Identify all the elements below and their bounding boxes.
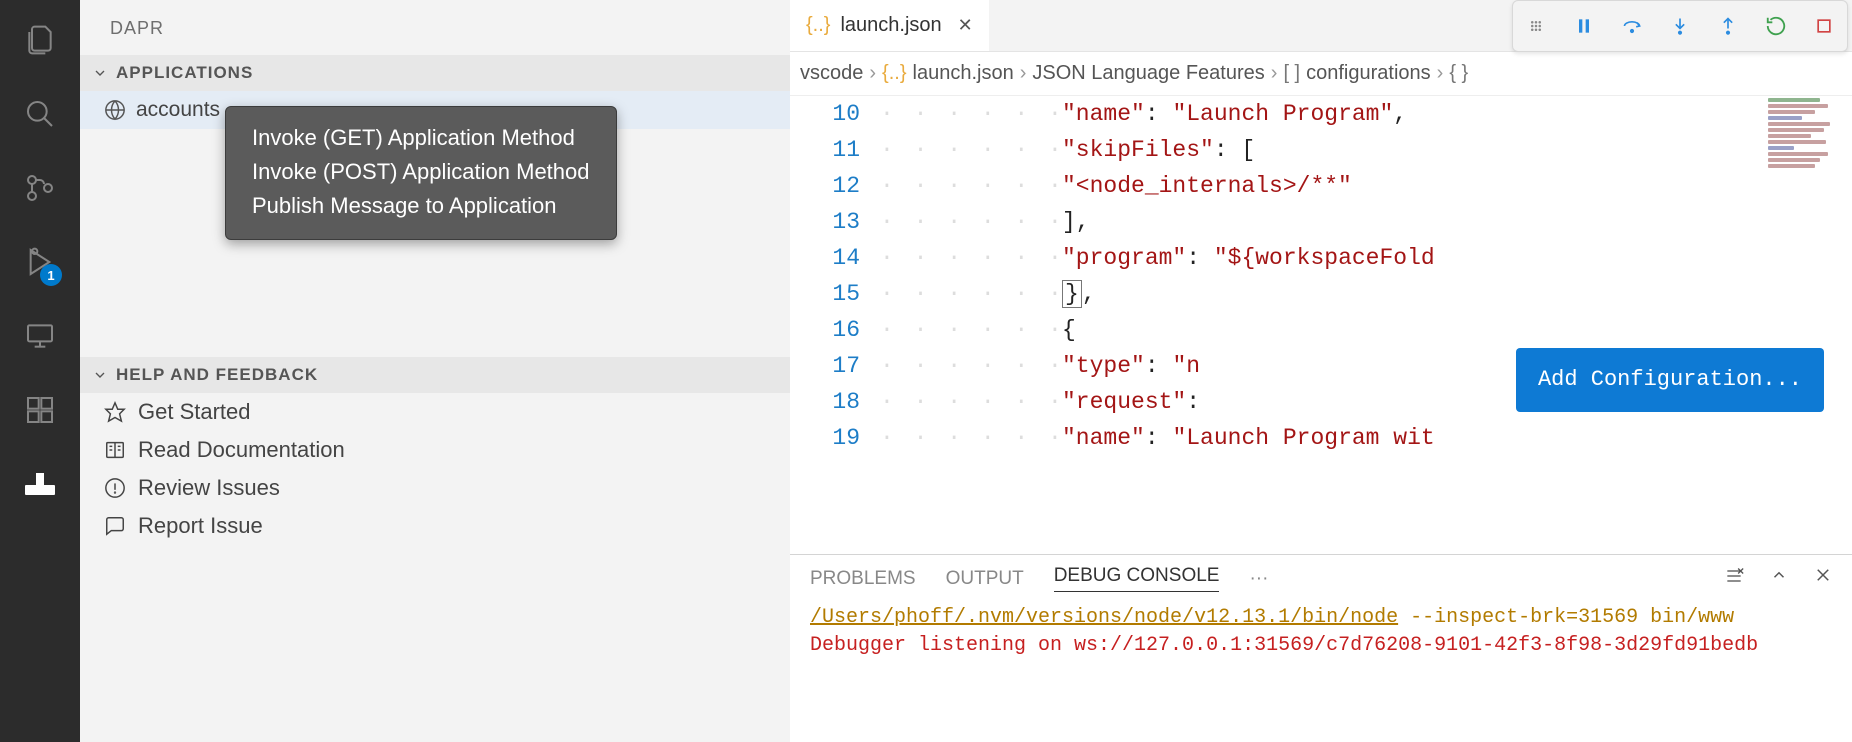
breadcrumb-array[interactable]: configurations — [1306, 62, 1431, 85]
debug-step-out-button[interactable] — [1713, 11, 1743, 41]
object-icon[interactable]: { } — [1449, 62, 1468, 85]
chevron-right-icon: › — [1020, 62, 1027, 85]
debug-drag-handle[interactable] — [1521, 11, 1551, 41]
chevron-right-icon: › — [1437, 62, 1444, 85]
line-number: 13 — [790, 204, 880, 240]
activity-remote[interactable] — [12, 308, 68, 364]
panel-tab-output[interactable]: OUTPUT — [946, 568, 1024, 590]
breadcrumbs[interactable]: vscode › {..} launch.json › JSON Languag… — [790, 52, 1852, 96]
applications-section-header[interactable]: APPLICATIONS — [80, 55, 790, 91]
chevron-down-icon — [90, 65, 110, 81]
help-section-header[interactable]: HELP AND FEEDBACK — [80, 357, 790, 393]
line-number: 11 — [790, 132, 880, 168]
close-icon[interactable]: ✕ — [958, 15, 973, 36]
activity-explorer[interactable] — [12, 12, 68, 68]
help-item-label: Report Issue — [138, 513, 263, 539]
line-number: 12 — [790, 168, 880, 204]
line-number: 16 — [790, 312, 880, 348]
chevron-down-icon — [90, 367, 110, 383]
debug-step-into-button[interactable] — [1665, 11, 1695, 41]
context-tooltip: Invoke (GET) Application Method Invoke (… — [225, 106, 617, 240]
json-file-icon: {..} — [882, 62, 906, 85]
star-icon — [102, 399, 128, 425]
help-report-issue[interactable]: Report Issue — [80, 507, 790, 545]
source-control-icon — [24, 172, 56, 204]
activity-dapr[interactable] — [12, 456, 68, 512]
panel-tab-problems[interactable]: PROBLEMS — [810, 568, 916, 590]
editor-area: {..} launch.json ✕ vscode › {..} launch.… — [790, 0, 1852, 742]
search-icon — [24, 98, 56, 130]
activity-bar: 1 — [0, 0, 80, 742]
debug-pause-button[interactable] — [1569, 11, 1599, 41]
tab-label: launch.json — [840, 14, 941, 37]
console-line: Debugger listening on ws://127.0.0.1:315… — [810, 632, 1832, 660]
help-section-label: HELP AND FEEDBACK — [116, 365, 318, 385]
close-panel-icon[interactable] — [1814, 566, 1832, 592]
line-number: 17 — [790, 348, 880, 384]
line-number: 10 — [790, 96, 880, 132]
debug-console-output[interactable]: /Users/phoff/.nvm/versions/node/v12.13.1… — [790, 600, 1852, 742]
sidebar-title: DAPR — [80, 0, 790, 55]
line-number: 18 — [790, 384, 880, 420]
tooltip-line: Publish Message to Application — [252, 189, 590, 223]
collapse-panel-icon[interactable] — [1770, 566, 1788, 592]
breadcrumb-folder[interactable]: vscode — [800, 62, 863, 85]
debug-toolbar — [1512, 0, 1848, 52]
help-get-started[interactable]: Get Started — [80, 393, 790, 431]
code-editor[interactable]: 10· · · · · · · · "name": "Launch Progra… — [790, 96, 1852, 554]
array-icon: [ ] — [1283, 62, 1300, 85]
applications-section-label: APPLICATIONS — [116, 63, 253, 83]
extensions-icon — [24, 394, 56, 426]
book-icon — [102, 437, 128, 463]
application-item-label: accounts — [136, 98, 220, 122]
panel-tab-more[interactable]: ··· — [1249, 568, 1268, 590]
activity-debug[interactable]: 1 — [12, 234, 68, 290]
help-review-issues[interactable]: Review Issues — [80, 469, 790, 507]
line-number: 15 — [790, 276, 880, 312]
debug-badge: 1 — [40, 264, 62, 286]
help-item-label: Read Documentation — [138, 437, 345, 463]
chevron-right-icon: › — [1271, 62, 1278, 85]
activity-source-control[interactable] — [12, 160, 68, 216]
breadcrumb-feature[interactable]: JSON Language Features — [1032, 62, 1264, 85]
activity-search[interactable] — [12, 86, 68, 142]
debug-restart-button[interactable] — [1761, 11, 1791, 41]
clear-console-icon[interactable] — [1724, 566, 1744, 592]
info-icon — [102, 475, 128, 501]
minimap[interactable] — [1764, 96, 1850, 336]
add-configuration-button[interactable]: Add Configuration... — [1516, 348, 1824, 412]
help-read-docs[interactable]: Read Documentation — [80, 431, 790, 469]
activity-extensions[interactable] — [12, 382, 68, 438]
panel-tabs: PROBLEMS OUTPUT DEBUG CONSOLE ··· — [790, 555, 1852, 600]
editor-tabs: {..} launch.json ✕ — [790, 0, 1852, 52]
help-item-label: Review Issues — [138, 475, 280, 501]
files-icon — [24, 24, 56, 56]
breadcrumb-file[interactable]: launch.json — [913, 62, 1014, 85]
help-item-label: Get Started — [138, 399, 251, 425]
tooltip-line: Invoke (GET) Application Method — [252, 121, 590, 155]
debug-stop-button[interactable] — [1809, 11, 1839, 41]
globe-icon — [102, 97, 128, 123]
bottom-panel: PROBLEMS OUTPUT DEBUG CONSOLE ··· /Users… — [790, 554, 1852, 742]
line-number: 19 — [790, 420, 880, 456]
json-file-icon: {..} — [806, 14, 830, 37]
console-path: /Users/phoff/.nvm/versions/node/v12.13.1… — [810, 606, 1398, 629]
chevron-right-icon: › — [869, 62, 876, 85]
comment-icon — [102, 513, 128, 539]
remote-icon — [24, 320, 56, 352]
line-number: 14 — [790, 240, 880, 276]
dapr-icon — [25, 473, 55, 495]
debug-step-over-button[interactable] — [1617, 11, 1647, 41]
panel-tab-debug-console[interactable]: DEBUG CONSOLE — [1054, 565, 1220, 592]
tab-launch-json[interactable]: {..} launch.json ✕ — [790, 0, 989, 51]
tooltip-line: Invoke (POST) Application Method — [252, 155, 590, 189]
